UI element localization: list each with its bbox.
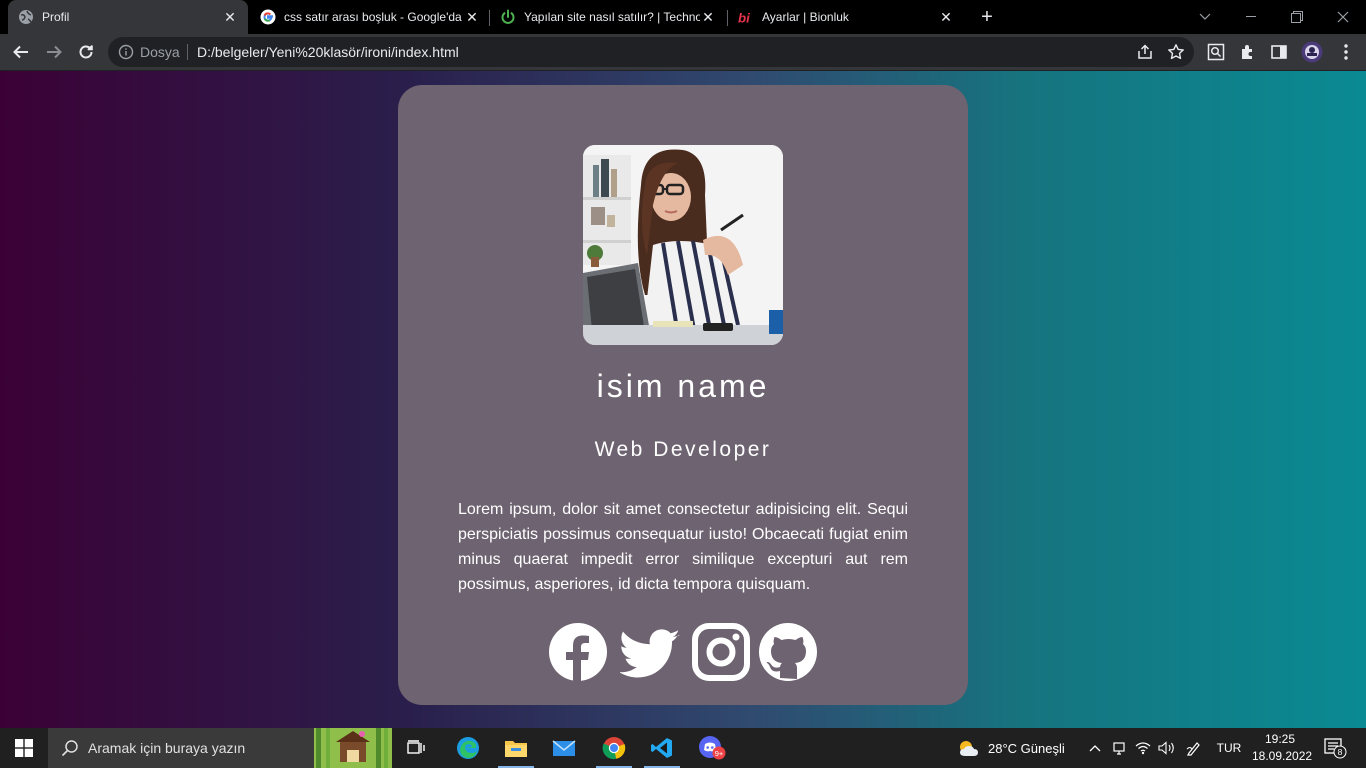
clock-time: 19:25 [1264, 732, 1296, 746]
tab-search-icon[interactable] [1182, 0, 1228, 34]
zoom-lens-icon[interactable] [1204, 40, 1228, 64]
pen-ink-icon[interactable] [1182, 728, 1206, 768]
profile-photo [583, 145, 783, 345]
address-bar[interactable]: Dosya D:/belgeler/Yeni%20klasör/ironi/in… [108, 37, 1194, 67]
social-links [548, 622, 818, 682]
bionluk-icon: bi [738, 9, 754, 25]
windows-taskbar: Aramak için buraya yazın 9+ 28°C Güneşli [0, 728, 1366, 768]
meet-now-icon[interactable] [1108, 728, 1130, 768]
close-window-button[interactable] [1320, 0, 1366, 34]
power-icon [500, 9, 516, 25]
google-icon [260, 9, 276, 25]
tab-strip: Profil ✕ css satır arası boşluk - Google… [0, 0, 1366, 34]
language-indicator[interactable]: TUR [1212, 728, 1246, 768]
back-button[interactable] [9, 40, 33, 64]
edge-icon[interactable] [448, 728, 488, 768]
browser-toolbar: Dosya D:/belgeler/Yeni%20klasör/ironi/in… [0, 34, 1366, 71]
discord-badge: 9+ [715, 749, 724, 758]
profile-bio: Lorem ipsum, dolor sit amet consectetur … [458, 501, 908, 593]
search-highlight-image [314, 728, 392, 768]
bookmark-star-icon[interactable] [1167, 43, 1185, 66]
clock[interactable]: 19:25 18.09.2022 [1252, 731, 1313, 765]
partly-sunny-icon [956, 738, 980, 758]
discord-icon[interactable]: 9+ [692, 728, 732, 768]
side-panel-icon[interactable] [1267, 40, 1291, 64]
globe-icon [18, 9, 34, 25]
instagram-icon[interactable] [691, 622, 751, 682]
profile-name: isim name [596, 368, 770, 404]
mail-icon[interactable] [544, 728, 584, 768]
chrome-taskbar-icon[interactable] [594, 728, 634, 768]
tab-profil[interactable]: Profil ✕ [8, 0, 248, 34]
vscode-icon[interactable] [642, 728, 682, 768]
weather-text: 28°C Güneşli [988, 740, 1065, 756]
clock-date: 18.09.2022 [1252, 749, 1313, 763]
search-placeholder: Aramak için buraya yazın [88, 740, 246, 756]
language-text: TUR [1216, 741, 1242, 755]
close-icon[interactable]: ✕ [938, 9, 954, 25]
close-icon[interactable]: ✕ [222, 9, 238, 25]
tab-title: Ayarlar | Bionluk [762, 10, 849, 24]
windows-start-icon[interactable] [0, 728, 48, 768]
new-tab-button[interactable]: + [976, 6, 998, 28]
chevron-up-icon[interactable] [1084, 728, 1106, 768]
minimize-button[interactable] [1228, 0, 1274, 34]
extensions-icon[interactable] [1236, 40, 1260, 64]
notification-count: 8 [1338, 747, 1343, 757]
taskbar-search-box[interactable]: Aramak için buraya yazın [48, 728, 392, 768]
svg-text:bi: bi [738, 10, 750, 25]
restore-button[interactable] [1274, 0, 1320, 34]
tab-title: css satır arası boşluk - Google'da Ara [284, 10, 464, 24]
tab-technopat[interactable]: Yapılan site nasıl satılır? | Technopat … [490, 0, 726, 34]
info-icon[interactable] [118, 44, 134, 60]
wifi-icon[interactable] [1132, 728, 1154, 768]
profile-avatar[interactable] [1300, 40, 1324, 64]
tab-bionluk[interactable]: bi Ayarlar | Bionluk ✕ [728, 0, 964, 34]
facebook-icon[interactable] [548, 622, 608, 682]
tab-title: Profil [42, 10, 70, 24]
share-icon[interactable] [1136, 43, 1154, 66]
volume-icon[interactable] [1156, 728, 1178, 768]
profile-role: Web Developer [594, 438, 772, 461]
close-icon[interactable]: ✕ [464, 9, 480, 25]
weather-widget[interactable]: 28°C Güneşli [956, 728, 1082, 768]
url-text[interactable]: D:/belgeler/Yeni%20klasör/ironi/index.ht… [197, 44, 459, 60]
omnibox-divider [187, 44, 188, 60]
github-icon[interactable] [758, 622, 818, 682]
forward-button[interactable] [42, 40, 66, 64]
chrome-menu-icon[interactable] [1334, 40, 1358, 64]
tab-google-search[interactable]: css satır arası boşluk - Google'da Ara ✕ [250, 0, 490, 34]
search-icon [61, 739, 79, 762]
profile-card: isim name Web Developer Lorem ipsum, dol… [398, 85, 968, 705]
twitter-icon[interactable] [618, 622, 680, 682]
tab-title: Yapılan site nasıl satılır? | Technopat [524, 10, 700, 24]
reload-button[interactable] [74, 40, 98, 64]
close-icon[interactable]: ✕ [700, 9, 716, 25]
task-view-icon[interactable] [400, 728, 432, 768]
page-viewport: isim name Web Developer Lorem ipsum, dol… [0, 71, 1366, 728]
file-explorer-icon[interactable] [496, 728, 536, 768]
notifications-icon[interactable]: 8 [1318, 728, 1352, 768]
file-scheme-label: Dosya [140, 44, 180, 60]
